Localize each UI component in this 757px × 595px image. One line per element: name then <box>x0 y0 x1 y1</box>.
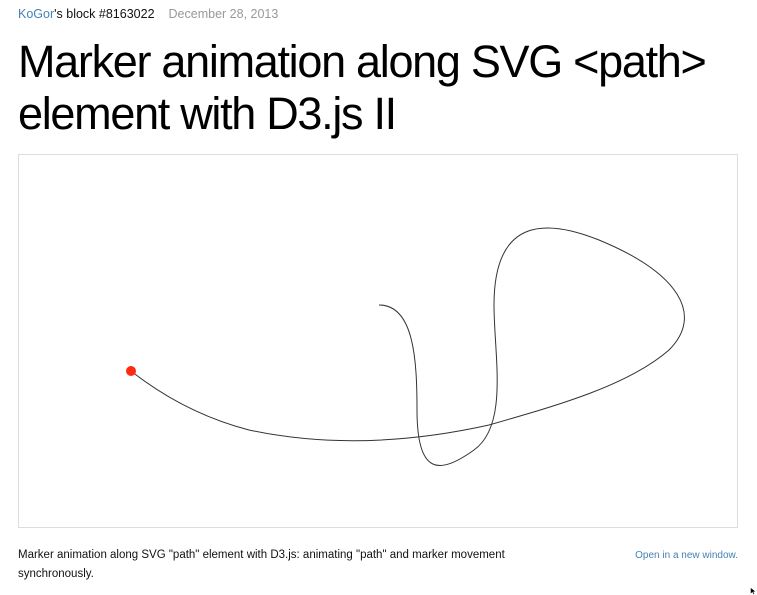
page-title: Marker animation along SVG <path> elemen… <box>18 36 707 139</box>
demo-canvas <box>126 227 685 466</box>
animated-path <box>130 227 685 466</box>
demo-frame <box>18 154 738 528</box>
block-id: 's block #8163022 <box>54 7 155 21</box>
open-in-new-window-link[interactable]: Open in a new window. <box>635 550 738 561</box>
mouse-pointer-icon <box>750 587 757 595</box>
block-date: December 28, 2013 <box>168 7 279 21</box>
block-description: Marker animation along SVG "path" elemen… <box>18 549 505 580</box>
block-meta: KoGor's block #8163022 December 28, 2013 <box>18 6 278 22</box>
author-link[interactable]: KoGor <box>18 7 54 21</box>
path-marker <box>126 366 136 376</box>
